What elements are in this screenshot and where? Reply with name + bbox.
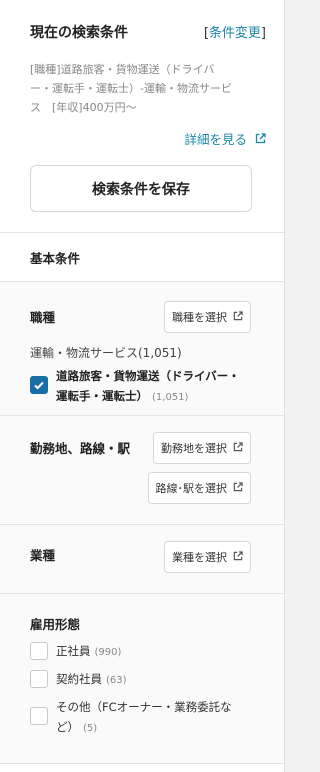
external-link-icon — [233, 481, 243, 495]
employment-option[interactable]: 契約社員 (63) — [56, 669, 127, 691]
employment-option-count: (5) — [83, 723, 98, 734]
select-industry-label: 業種を選択 — [172, 551, 227, 564]
select-area-button[interactable]: 勤務地を選択 — [153, 432, 251, 464]
save-conditions-button[interactable]: 検索条件を保存 — [30, 165, 252, 212]
conditions-description: [職種]道路旅客・貨物運送（ドライバ ー・運転手・運転士）-運輸・物流サービ ス… — [30, 60, 266, 117]
change-conditions-label[interactable]: 条件変更 — [209, 26, 261, 41]
job-type-label: 職種 — [30, 310, 56, 325]
job-type-section: 職種 職種を選択 運輸・物流サービス(1,051) 道路旅客・貨物運送（ドライバ… — [0, 282, 284, 416]
external-link-icon — [233, 550, 243, 564]
basic-conditions-heading: 基本条件 — [0, 232, 284, 282]
employment-option-count: (63) — [106, 675, 127, 686]
checkmark-icon — [34, 381, 44, 390]
conditions-desc-line: ス [年収]400万円〜 — [30, 101, 137, 114]
select-station-label: 路線･駅を選択 — [155, 482, 228, 495]
employment-option-label-line2-text: ど） — [56, 720, 79, 734]
conditions-desc-line: ー・運転手・運転士）-運輸・物流サービ — [30, 82, 232, 95]
current-conditions: 現在の検索条件 [条件変更] [職種]道路旅客・貨物運送（ドライバ ー・運転手・… — [0, 0, 284, 148]
employment-option-count: (990) — [94, 647, 122, 658]
external-link-icon — [233, 310, 243, 324]
job-type-item-line2-text: 運転手・運転士） — [56, 389, 148, 403]
search-conditions-panel: 現在の検索条件 [条件変更] [職種]道路旅客・貨物運送（ドライバ ー・運転手・… — [0, 0, 285, 772]
employment-label: 雇用形態 — [30, 617, 81, 632]
job-type-summary: 運輸・物流サービス(1,051) — [30, 346, 182, 360]
employment-option-label: 正社員 — [56, 644, 91, 658]
bracket-close: ] — [260, 26, 266, 41]
industry-section: 業種 業種を選択 — [0, 525, 284, 594]
select-area-label: 勤務地を選択 — [161, 442, 227, 455]
external-link-icon — [255, 133, 266, 144]
employment-option-label: 契約社員 — [56, 672, 102, 686]
current-conditions-title: 現在の検索条件 — [30, 25, 128, 41]
industry-label: 業種 — [30, 548, 56, 563]
employment-option-label-line2: ど） (5) — [56, 717, 232, 739]
job-type-checkbox-label[interactable]: 道路旅客・貨物運送（ドライバー・ 運転手・運転士） (1,051) — [56, 366, 240, 408]
job-type-item-count: (1,051) — [152, 392, 189, 403]
select-job-type-button[interactable]: 職種を選択 — [164, 301, 251, 333]
location-section: 勤務地、路線・駅 勤務地を選択 路線･駅を選択 — [0, 416, 284, 525]
select-industry-button[interactable]: 業種を選択 — [164, 541, 251, 573]
job-type-item-line2: 運転手・運転士） (1,051) — [56, 386, 240, 408]
employment-checkbox[interactable] — [30, 707, 48, 725]
current-conditions-header: 現在の検索条件 [条件変更] — [30, 22, 266, 42]
view-details-link[interactable]: 詳細を見る — [30, 129, 266, 148]
employment-option[interactable]: 正社員 (990) — [56, 641, 121, 663]
job-type-checkbox[interactable] — [30, 376, 48, 394]
select-job-type-label: 職種を選択 — [172, 311, 227, 324]
external-link-icon — [233, 441, 243, 455]
employment-option[interactable]: その他（FCオーナー・業務委託な ど） (5) — [56, 697, 232, 739]
employment-section: 雇用形態 正社員 (990) 契約社員 (63) その他（FCオーナー・業務委託な … — [0, 594, 284, 764]
select-station-button[interactable]: 路線･駅を選択 — [147, 472, 251, 504]
employment-option-label-line1: その他（FCオーナー・業務委託な — [56, 700, 232, 714]
change-conditions-link[interactable]: [条件変更] — [204, 22, 266, 41]
employment-checkbox[interactable] — [30, 642, 48, 660]
conditions-desc-line: [職種]道路旅客・貨物運送（ドライバ — [30, 63, 215, 76]
job-type-item-line1: 道路旅客・貨物運送（ドライバー・ — [56, 369, 240, 383]
employment-checkbox[interactable] — [30, 670, 48, 688]
view-details-label[interactable]: 詳細を見る — [184, 129, 247, 148]
location-label: 勤務地、路線・駅 — [30, 441, 131, 456]
